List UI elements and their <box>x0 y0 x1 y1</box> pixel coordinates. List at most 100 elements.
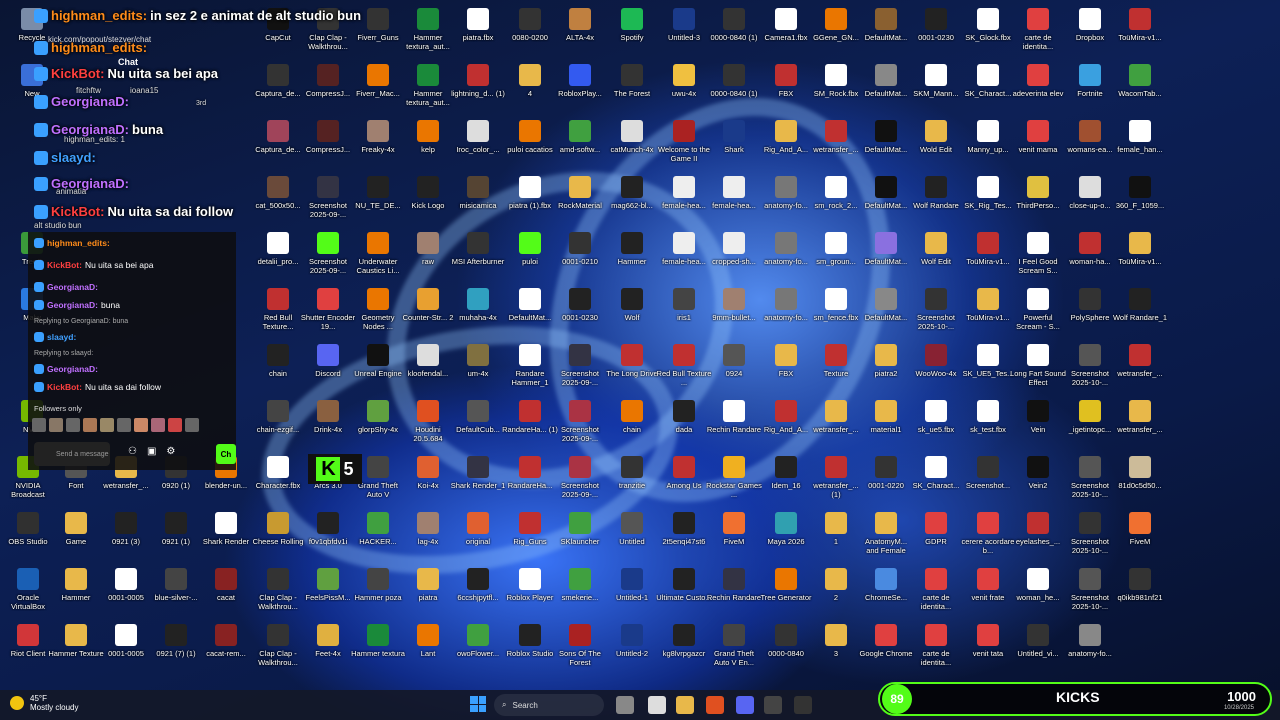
emote[interactable] <box>168 418 182 432</box>
desktop-icon[interactable]: Iroc_color_... <box>450 116 506 172</box>
desktop-icon[interactable]: SK_Glock.fbx <box>960 4 1016 60</box>
chat-username[interactable]: GeorgianaD: <box>47 282 98 292</box>
desktop-icon[interactable]: venit tata <box>960 620 1016 676</box>
desktop-icon[interactable]: Rockstar Games ... <box>706 452 762 508</box>
desktop-icon[interactable]: Hammer textura <box>350 620 406 676</box>
emote[interactable] <box>134 418 148 432</box>
desktop-icon[interactable]: lightning_d... (1) <box>450 60 506 116</box>
desktop-icon[interactable]: Untitled <box>604 508 660 564</box>
desktop-icon[interactable]: AnatomyM... and Female <box>858 508 914 564</box>
emote[interactable] <box>185 418 199 432</box>
desktop-icon[interactable]: cerere acordare b... <box>960 508 1016 564</box>
taskbar-app-icon[interactable] <box>616 696 634 714</box>
desktop-icon[interactable]: SK_Charact... <box>908 452 964 508</box>
desktop-icon[interactable]: Hammer <box>48 564 104 620</box>
desktop-icon[interactable]: chain-ezgif... <box>250 396 306 452</box>
desktop-icon[interactable]: 0001-0230 <box>552 284 608 340</box>
desktop-icon[interactable]: ToüMira-v1... <box>1112 228 1168 284</box>
desktop-icon[interactable]: 4 <box>502 60 558 116</box>
desktop-icon[interactable]: Screenshot 2025-09-... <box>552 452 608 508</box>
desktop-icon[interactable]: RandareHa... <box>502 452 558 508</box>
desktop-icon[interactable]: GGene_GN... <box>808 4 864 60</box>
desktop-icon[interactable]: RobloxPlay... <box>552 60 608 116</box>
desktop-icon[interactable]: ThirdPerso... <box>1010 172 1066 228</box>
desktop-icon[interactable]: misicamica <box>450 172 506 228</box>
desktop-icon[interactable]: Cheese Rolling <box>250 508 306 564</box>
users-icon[interactable]: ⚇ <box>128 446 137 457</box>
desktop-icon[interactable]: The Forest <box>604 60 660 116</box>
desktop-icon[interactable]: Hammer <box>604 228 660 284</box>
desktop-icon[interactable]: Hammer textura_aut... <box>400 4 456 60</box>
desktop-icon[interactable]: DefaultMat... <box>502 284 558 340</box>
taskbar-app-icon[interactable] <box>764 696 782 714</box>
desktop-icon[interactable]: tranzitie <box>604 452 660 508</box>
desktop-icon[interactable]: Rig_And_A... <box>758 396 814 452</box>
desktop-icon[interactable]: Wolf Randare <box>908 172 964 228</box>
desktop-icon[interactable]: DefaultMat... <box>858 172 914 228</box>
desktop-icon[interactable]: Screenshot 2025-10-... <box>1062 340 1118 396</box>
discord-icon[interactable] <box>736 696 754 714</box>
desktop-icon[interactable]: venit mama <box>1010 116 1066 172</box>
desktop-icon[interactable]: Screenshot 2025-10-... <box>1062 564 1118 620</box>
desktop-icon[interactable]: The Long Drive <box>604 340 660 396</box>
desktop-icon[interactable]: wetransfer_... (1) <box>808 452 864 508</box>
desktop-icon[interactable]: anatomy-fo... <box>758 172 814 228</box>
desktop-icon[interactable]: 0001-0005 <box>98 620 154 676</box>
desktop-icon[interactable]: Discord <box>300 340 356 396</box>
desktop-icon[interactable]: Fortnite <box>1062 60 1118 116</box>
desktop-icon[interactable]: catMunch-4x <box>604 116 660 172</box>
desktop-icon[interactable]: Red Bull Texture... <box>250 284 306 340</box>
desktop-icon[interactable]: cat_500x50... <box>250 172 306 228</box>
desktop-icon[interactable]: Tree Generator <box>758 564 814 620</box>
desktop-icon[interactable]: piatra.fbx <box>450 4 506 60</box>
desktop-icon[interactable]: 0001-0210 <box>552 228 608 284</box>
chat-username[interactable]: KickBot: <box>47 382 82 392</box>
emote[interactable] <box>117 418 131 432</box>
desktop-icon[interactable]: Untitled-2 <box>604 620 660 676</box>
chat-username[interactable]: GeorgianaD: <box>47 364 98 374</box>
desktop-icon[interactable]: Untitled_vi... <box>1010 620 1066 676</box>
desktop-icon[interactable]: Screenshot 2025-10-... <box>1062 452 1118 508</box>
desktop-icon[interactable]: venit frate <box>960 564 1016 620</box>
desktop-icon[interactable]: RandareHa... (1) <box>502 396 558 452</box>
desktop-icon[interactable]: material1 <box>858 396 914 452</box>
desktop-icon[interactable]: piatra <box>400 564 456 620</box>
desktop-icon[interactable]: I Feel Good Scream S... <box>1010 228 1066 284</box>
chat-message-input[interactable]: Send a message <box>34 442 110 466</box>
desktop-icon[interactable]: NU_TE_DE... <box>350 172 406 228</box>
desktop-icon[interactable]: Untitled-1 <box>604 564 660 620</box>
desktop-icon[interactable]: ChromeSe... <box>858 564 914 620</box>
emote[interactable] <box>66 418 80 432</box>
desktop-icon[interactable]: 0001-0220 <box>858 452 914 508</box>
desktop-icon[interactable]: Camera1.fbx <box>758 4 814 60</box>
emote[interactable] <box>49 418 63 432</box>
desktop-icon[interactable]: Drink-4x <box>300 396 356 452</box>
gift-icon[interactable]: ▣ <box>147 446 156 457</box>
desktop-icon[interactable]: Maya 2026 <box>758 508 814 564</box>
desktop-icon[interactable]: 0000-0840 (1) <box>706 60 762 116</box>
desktop-icon[interactable]: Screenshot 2025-09-... <box>552 396 608 452</box>
chat-username[interactable]: KickBot: <box>47 260 82 270</box>
desktop-icon[interactable]: puloi <box>502 228 558 284</box>
desktop-icon[interactable]: puloi cacatios <box>502 116 558 172</box>
desktop-icon[interactable]: wetransfer_... <box>808 396 864 452</box>
desktop-icon[interactable]: Wold Edit <box>908 116 964 172</box>
taskbar-app-icon[interactable] <box>648 696 666 714</box>
desktop-icon[interactable]: Koi-4x <box>400 452 456 508</box>
desktop-icon[interactable]: Game <box>48 508 104 564</box>
desktop-icon[interactable]: ToüMira-v1... <box>960 284 1016 340</box>
desktop-icon[interactable]: Google Chrome <box>858 620 914 676</box>
desktop-icon[interactable]: Rechin Randare <box>706 396 762 452</box>
desktop-icon[interactable]: Texture <box>808 340 864 396</box>
desktop-icon[interactable]: anatomy-fo... <box>758 284 814 340</box>
desktop-icon[interactable]: 81d0c5d50... <box>1112 452 1168 508</box>
weather-widget[interactable]: 45°F Mostly cloudy <box>10 694 78 712</box>
desktop-icon[interactable]: 2t5enqi47st6 <box>656 508 712 564</box>
desktop-icon[interactable]: 0924 <box>706 340 762 396</box>
desktop-icon[interactable]: 3 <box>808 620 864 676</box>
desktop-icon[interactable]: wetransfer_... <box>1112 340 1168 396</box>
file-explorer-icon[interactable] <box>676 696 694 714</box>
desktop-icon[interactable]: 0000-0840 (1) <box>706 4 762 60</box>
desktop-icon[interactable]: lag-4x <box>400 508 456 564</box>
desktop-icon[interactable]: f0v1qbfdv1i <box>300 508 356 564</box>
